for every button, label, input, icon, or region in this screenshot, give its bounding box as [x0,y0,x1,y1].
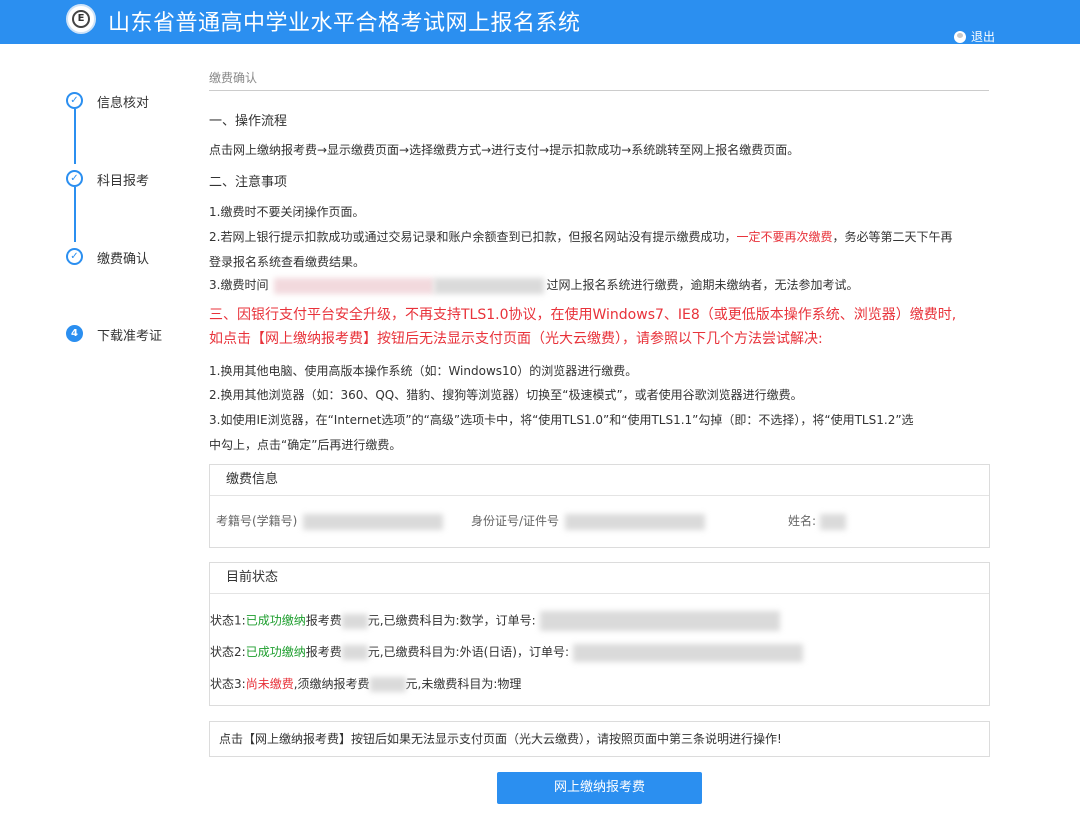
redacted-text [341,645,368,660]
status-list: 状态1:已成功缴纳报考费 元,已缴费科目为:数学，订单号: 状态2:已成功缴纳报考… [210,594,989,706]
solution-item: 3.如使用IE浏览器，在“Internet选项”的“高级”选项卡中，将“使用TL… [209,413,914,427]
breadcrumb: 缴费确认 [209,71,258,85]
help-notice: 点击【网上缴纳报考费】按钮后如果无法显示支付页面（光大云缴费），请按照页面中第三… [209,721,990,757]
notice-item: 1.缴费时不要关闭操作页面。 [209,205,365,219]
warning-text: 一定不要再次缴费 [736,230,833,244]
divider [209,90,989,91]
step-number: 4 [66,325,83,342]
status-item: 状态1:已成功缴纳报考费 元,已缴费科目为:数学，订单号: [210,611,780,631]
step-connector [74,109,76,164]
redacted-text [341,613,368,629]
name-field: 姓名: [788,512,847,530]
section-heading: 二、注意事项 [209,175,288,190]
exam-id-field: 考籍号(学籍号) [216,512,444,530]
logout-label: 退出 [971,30,996,44]
payment-info-row: 考籍号(学籍号) 身份证号/证件号 姓名: [210,496,989,549]
solution-item: 2.换用其他浏览器（如：360、QQ、猎豹、搜狗等浏览器）切换至“极速模式”，或… [209,388,803,402]
pay-exam-fee-button[interactable]: 网上缴纳报考费 [497,772,702,804]
warning-heading: 三、因银行支付平台安全升级，不再支持TLS1.0协议，在使用Windows7、I… [209,307,957,323]
logout-link[interactable]: 退出 [954,28,995,45]
solution-item: 1.换用其他电脑、使用高版本操作系统（如：Windows10）的浏览器进行缴费。 [209,364,638,378]
redacted-text [369,677,406,692]
logo: E [66,4,96,34]
section-heading: 一、操作流程 [209,114,288,129]
top-header: E 山东省普通高中学业水平合格考试网上报名系统 退出 [0,0,1080,44]
step-label: 科目报考 [97,174,150,189]
page-title: 山东省普通高中学业水平合格考试网上报名系统 [108,11,581,36]
status-item: 状态2:已成功缴纳报考费 元,已缴费科目为:外语(日语)，订单号: [210,643,803,662]
step-label: 信息核对 [97,96,150,111]
status-paid: 已成功缴纳 [245,645,306,659]
user-icon [954,31,966,43]
panel-title: 目前状态 [210,563,989,594]
redacted-text [572,643,803,662]
notice-item: 2.若网上银行提示扣款成功或通过交易记录和账户余额查到已扣款，但报名网站没有提示… [209,230,953,244]
notice-item: 3.缴费时间 过网上报名系统进行缴费，逾期未缴纳者，无法参加考试。 [209,277,859,294]
status-paid: 已成功缴纳 [245,613,306,628]
redacted-text [565,513,706,530]
warning-heading: 如点击【网上缴纳报考费】按钮后无法显示支付页面（光大云缴费），请参照以下几个方法… [209,331,823,347]
redacted-text [434,277,545,294]
redacted-text [820,513,847,530]
notice-item: 登录报名系统查看缴费结果。 [209,255,366,269]
check-icon: ✓ [66,92,83,109]
current-status-panel: 目前状态 状态1:已成功缴纳报考费 元,已缴费科目为:数学，订单号: 状态2:已成… [209,562,990,706]
check-icon: ✓ [66,248,83,265]
id-card-field: 身份证号/证件号 [471,512,706,530]
step-label: 缴费确认 [97,252,150,267]
solution-item: 中勾上，点击“确定”后再进行缴费。 [209,438,402,452]
panel-title: 缴费信息 [210,465,989,496]
redacted-text [539,611,780,631]
redacted-text [274,277,435,294]
process-text: 点击网上缴纳报考费→显示缴费页面→选择缴费方式→进行支付→提示扣款成功→系统跳转… [209,143,800,157]
status-item: 状态3:尚未缴费,须缴纳报考费 元,未缴费科目为:物理 [210,677,522,692]
status-unpaid: 尚未缴费 [245,677,294,691]
check-icon: ✓ [66,170,83,187]
step-connector [74,187,76,242]
step-label: 下载准考证 [97,329,163,344]
redacted-text [303,513,444,530]
logo-mark: E [72,10,90,28]
payment-info-panel: 缴费信息 考籍号(学籍号) 身份证号/证件号 姓名: [209,464,990,548]
